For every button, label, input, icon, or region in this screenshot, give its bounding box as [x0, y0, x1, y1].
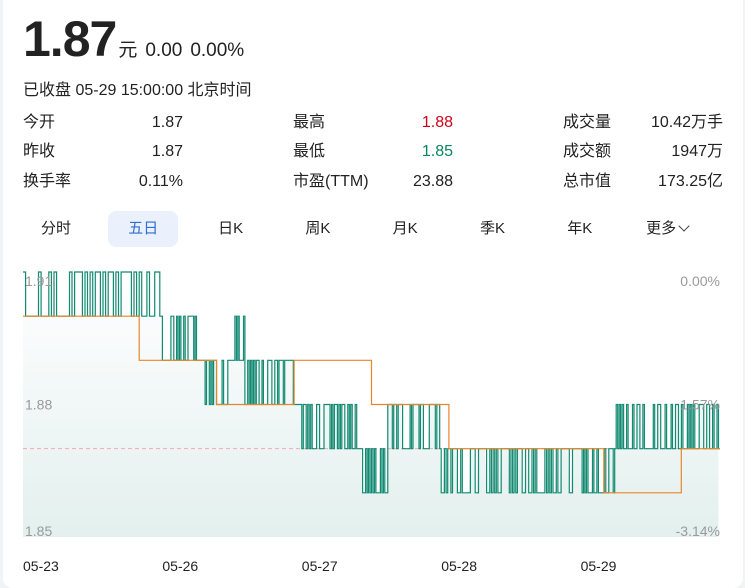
stat-label: 昨收 [23, 143, 56, 160]
x-tick-label: 05-26 [162, 558, 198, 574]
stat-label: 最低 [293, 143, 326, 160]
period-tabs: 分时 五日 日K 周K 月K 季K 年K 更多 [23, 211, 723, 247]
stat-item: 总市值 173.25亿 [563, 171, 723, 193]
x-tick-label: 05-28 [441, 558, 477, 574]
price-unit: 元 [118, 40, 138, 61]
tab-6[interactable]: 季K [458, 211, 528, 247]
tab-label: 月K [392, 220, 418, 237]
stat-item: 换手率 0.11% [23, 171, 183, 193]
tab-label: 更多 [646, 220, 677, 237]
stat-label: 成交额 [563, 143, 612, 160]
stat-value: 1.87 [151, 143, 183, 160]
stat-value: 1947万 [671, 143, 723, 160]
stat-item: 市盈(TTM) 23.88 [293, 171, 453, 193]
last-price: 1.87 [23, 11, 117, 67]
y-right-tick-label: 0.00% [680, 273, 720, 289]
stat-value: 10.42万手 [650, 114, 723, 131]
tab-3[interactable]: 日K [196, 211, 266, 247]
tab-2[interactable]: 五日 [108, 211, 179, 247]
price-row: 1.87 元 0.00 0.00% [23, 14, 244, 64]
stat-value: 0.11% [138, 173, 183, 190]
stat-value: 23.88 [412, 173, 453, 190]
stat-item: 最低 1.85 [293, 141, 453, 163]
stat-item: 今开 1.87 [23, 112, 183, 134]
price-change-pct: 0.00% [190, 40, 245, 61]
stat-item: 最高 1.88 [293, 112, 453, 134]
y-left-tick-label: 1.91 [25, 273, 52, 289]
y-left-tick-label: 1.85 [25, 523, 52, 539]
tab-4[interactable]: 周K [283, 211, 353, 247]
tab-label: 日K [218, 220, 244, 237]
market-status: 已收盘 05-29 15:00:00 北京时间 [23, 82, 252, 99]
stat-label: 市盈(TTM) [293, 173, 369, 190]
stat-label: 成交量 [563, 114, 612, 131]
tab-8[interactable]: 更多 [632, 211, 702, 247]
tab-1[interactable]: 分时 [21, 211, 91, 247]
price-line [23, 271, 720, 494]
tab-7[interactable]: 年K [545, 211, 615, 247]
stat-value: 173.25亿 [658, 173, 723, 190]
tab-5[interactable]: 月K [370, 211, 440, 247]
stat-label: 总市值 [563, 173, 612, 190]
quote-card: 1.87 元 0.00 0.00% 已收盘 05-29 15:00:00 北京时… [3, 0, 743, 588]
stat-value: 1.87 [151, 114, 183, 131]
chevron-down-icon [678, 220, 690, 232]
stat-item: 成交量 10.42万手 [563, 112, 723, 134]
stat-label: 换手率 [23, 173, 72, 190]
tab-label: 五日 [128, 220, 159, 237]
tab-label: 季K [479, 220, 505, 237]
stat-item: 昨收 1.87 [23, 141, 183, 163]
stat-label: 最高 [293, 114, 326, 131]
average-line [23, 315, 720, 494]
y-right-tick-label: 1.57% [680, 397, 720, 413]
stat-label: 今开 [23, 114, 56, 131]
price-area [23, 272, 719, 537]
stat-item: 成交额 1947万 [563, 141, 723, 163]
x-tick-label: 05-27 [302, 558, 338, 574]
tab-label: 分时 [40, 220, 71, 237]
x-tick-label: 05-23 [23, 558, 59, 574]
stat-value: 1.85 [421, 143, 453, 160]
stat-value: 1.88 [421, 114, 453, 131]
y-right-tick-label: -3.14% [676, 523, 720, 539]
y-left-tick-label: 1.88 [25, 397, 52, 413]
price-change: 0.00 [145, 40, 183, 61]
x-tick-label: 05-29 [581, 558, 617, 574]
tab-label: 周K [305, 220, 331, 237]
tab-label: 年K [567, 220, 593, 237]
